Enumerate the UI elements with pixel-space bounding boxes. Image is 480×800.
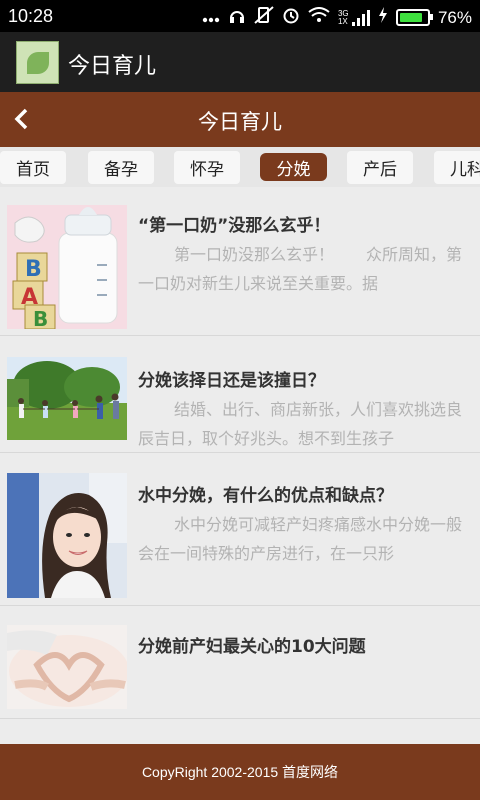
article-thumbnail <box>7 357 127 440</box>
nav-bar: 今日育儿 <box>0 92 480 147</box>
battery-icon <box>395 9 433 26</box>
category-tabs: 首页 备孕 怀孕 分娩 产后 儿科 <box>0 147 480 187</box>
svg-text:B: B <box>33 307 48 329</box>
tab-home[interactable]: 首页 <box>0 151 66 184</box>
headset-icon <box>228 6 246 29</box>
list-item[interactable]: 分娩前产妇最关心的10大问题 <box>0 606 480 719</box>
app-logo-icon <box>16 41 59 84</box>
article-title: 分娩该择日还是该撞日？ <box>138 371 325 391</box>
article-summary: 水中分娩可减轻产妇疼痛感水中分娩一般会在一间特殊的产房进行，在一只形 <box>138 515 463 563</box>
article-title: 分娩前产妇最关心的10大问题 <box>138 637 366 657</box>
list-item[interactable]: B A B “第一口奶”没那么玄乎！ 第一口奶没那么玄乎！ 众所周知，第一口奶对… <box>0 187 480 336</box>
signal-icon: 3G 1X <box>337 8 370 26</box>
tab-prepare-pregnancy[interactable]: 备孕 <box>88 151 154 184</box>
article-summary: 结婚、出行、商店新张，人们喜欢挑选良辰吉日，取个好兆头。想不到生孩子 <box>138 400 463 448</box>
tab-delivery[interactable]: 分娩 <box>260 153 327 181</box>
article-thumbnail: B A B <box>7 205 127 329</box>
vibrate-icon <box>254 6 274 29</box>
alarm-icon <box>282 6 300 29</box>
wifi-icon <box>308 7 330 28</box>
status-bar: 10:28 3G 1X 76% <box>0 0 480 32</box>
app-title: 今日育儿 <box>68 54 157 79</box>
list-item[interactable]: 分娩该择日还是该撞日？ 结婚、出行、商店新张，人们喜欢挑选良辰吉日，取个好兆头。… <box>0 336 480 453</box>
article-summary <box>138 661 473 719</box>
article-title: 水中分娩，有什么的优点和缺点？ <box>138 486 393 506</box>
article-summary: 第一口奶没那么玄乎！ 众所周知，第一口奶对新生儿来说至关重要。据 <box>138 245 463 293</box>
charging-icon <box>378 7 388 28</box>
status-icons: 3G 1X 76% <box>202 6 472 29</box>
tab-pregnancy[interactable]: 怀孕 <box>174 151 240 184</box>
app-bar: 今日育儿 <box>0 32 480 92</box>
tab-pediatrics[interactable]: 儿科 <box>434 151 480 184</box>
page-title: 今日育儿 <box>198 110 282 134</box>
tab-postpartum[interactable]: 产后 <box>347 151 413 184</box>
article-thumbnail <box>7 473 127 598</box>
footer-copyright: CopyRight 2002-2015 首度网络 <box>0 744 480 800</box>
list-item[interactable]: 水中分娩，有什么的优点和缺点？ 水中分娩可减轻产妇疼痛感水中分娩一般会在一间特殊… <box>0 453 480 606</box>
more-dots-icon <box>202 8 220 28</box>
article-thumbnail <box>7 625 127 709</box>
network-label: 3G 1X <box>337 8 349 26</box>
status-time: 10:28 <box>8 6 54 26</box>
svg-text:B: B <box>25 257 42 282</box>
article-title: “第一口奶”没那么玄乎！ <box>138 216 331 236</box>
battery-percent: 76% <box>437 7 472 27</box>
